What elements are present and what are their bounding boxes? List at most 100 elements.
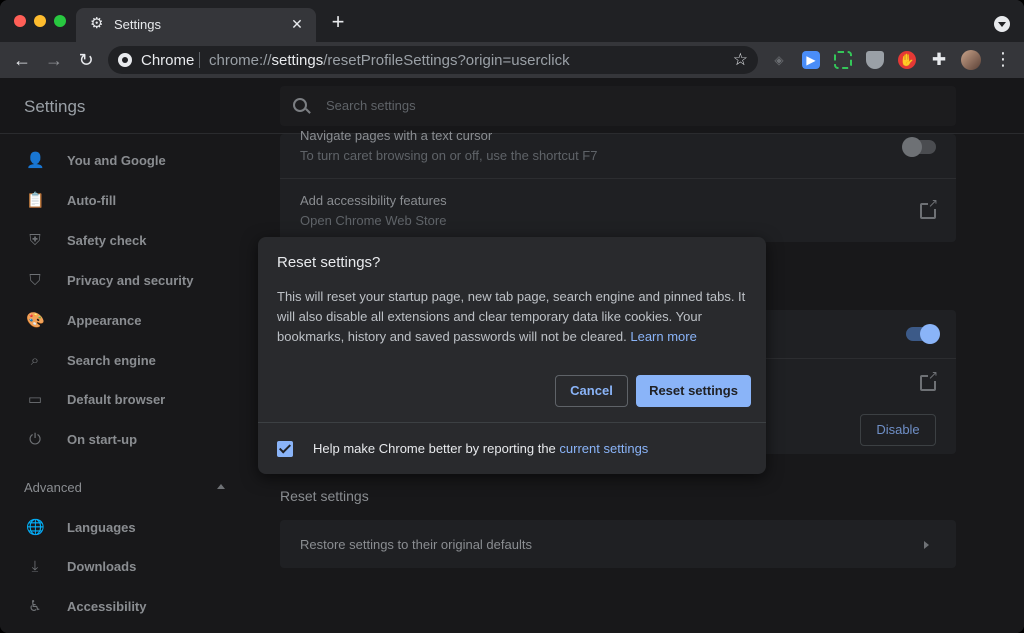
disable-button[interactable]: Disable bbox=[860, 414, 936, 446]
tab-settings[interactable]: ⚙ Settings ✕ bbox=[76, 8, 316, 42]
external-link-icon[interactable] bbox=[920, 369, 938, 391]
learn-more-link[interactable]: Learn more bbox=[630, 329, 696, 344]
chrome-logo-icon bbox=[118, 53, 132, 67]
extension-shield-icon[interactable] bbox=[866, 51, 884, 69]
reset-settings-dialog: Reset settings? This will reset your sta… bbox=[258, 237, 766, 474]
sidebar-item-label: Languages bbox=[67, 520, 136, 535]
omnibox-divider bbox=[199, 52, 200, 68]
page-title: Settings bbox=[24, 97, 86, 116]
add-a11y-title: Add accessibility features bbox=[300, 193, 447, 208]
sidebar-item-label: Safety check bbox=[67, 233, 147, 248]
extension-zoom-icon[interactable]: ▶ bbox=[802, 51, 820, 69]
settings-header: Settings Search settings bbox=[0, 78, 1024, 134]
bookmark-star-icon[interactable]: ☆ bbox=[733, 50, 748, 70]
more-menu-icon[interactable]: ⋮ bbox=[994, 49, 1012, 69]
toggle-knob bbox=[920, 324, 940, 344]
sidebar-item-label: Appearance bbox=[67, 313, 142, 328]
clipboard-icon: 📋 bbox=[26, 192, 45, 209]
search-icon bbox=[293, 98, 307, 112]
palette-icon: 🎨 bbox=[26, 312, 45, 329]
sidebar-item-autofill[interactable]: 📋 Auto-fill bbox=[0, 181, 260, 221]
back-arrow-icon[interactable]: ← bbox=[12, 50, 32, 70]
download-icon: ⤓ bbox=[31, 558, 39, 575]
extension-cast-icon[interactable]: ◈ bbox=[770, 51, 788, 69]
extension-hand-icon[interactable]: ✋ bbox=[898, 51, 916, 69]
window-close-button[interactable] bbox=[14, 15, 26, 27]
reset-settings-button[interactable]: Reset settings bbox=[636, 375, 751, 407]
extensions-puzzle-icon[interactable]: ✚ bbox=[930, 51, 948, 69]
dialog-body: This will reset your startup page, new t… bbox=[277, 287, 747, 347]
power-icon: ⏻ bbox=[29, 431, 41, 448]
browser-icon: ▭ bbox=[27, 391, 43, 408]
tab-search-icon[interactable] bbox=[994, 16, 1010, 32]
sidebar-item-label: Accessibility bbox=[67, 599, 147, 614]
sidebar-item-safety-check[interactable]: ⛨ Safety check bbox=[0, 221, 260, 261]
sidebar-item-privacy[interactable]: ⛉ Privacy and security bbox=[0, 261, 260, 301]
profile-avatar[interactable] bbox=[961, 50, 981, 70]
forward-arrow-icon[interactable]: → bbox=[44, 50, 64, 70]
sidebar-item-downloads[interactable]: ⤓ Downloads bbox=[0, 547, 260, 587]
shield-icon: ⛉ bbox=[29, 272, 41, 289]
window-minimize-button[interactable] bbox=[34, 15, 46, 27]
dialog-title: Reset settings? bbox=[277, 254, 381, 271]
browser-window: ⚙ Settings ✕ + ← → ↻ Chrome chrome://set… bbox=[0, 0, 1024, 633]
shield-check-icon: ⛨ bbox=[29, 232, 41, 249]
url-text[interactable]: chrome://settings/resetProfileSettings?o… bbox=[209, 52, 570, 69]
reset-section-title: Reset settings bbox=[280, 488, 369, 504]
caret-browsing-title: Navigate pages with a text cursor bbox=[300, 128, 493, 143]
external-link-icon[interactable] bbox=[920, 197, 938, 219]
sidebar-item-label: Downloads bbox=[67, 559, 137, 574]
address-bar[interactable]: Chrome chrome://settings/resetProfileSet… bbox=[108, 46, 758, 74]
accessibility-icon: ♿ bbox=[28, 598, 42, 615]
sidebar-item-label: Privacy and security bbox=[67, 273, 194, 288]
sidebar-item-label: On start-up bbox=[67, 432, 138, 447]
sidebar-item-search-engine[interactable]: ⌕ Search engine bbox=[0, 341, 260, 381]
sidebar-item-languages[interactable]: 🌐 Languages bbox=[0, 508, 260, 548]
url-host: settings bbox=[271, 52, 324, 69]
sidebar-item-label: You and Google bbox=[67, 153, 166, 168]
window-maximize-button[interactable] bbox=[54, 15, 66, 27]
search-input[interactable]: Search settings bbox=[280, 86, 956, 126]
omnibox-chrome-label: Chrome bbox=[141, 52, 195, 69]
toggle-knob bbox=[902, 137, 922, 157]
tab-title: Settings bbox=[114, 17, 161, 32]
globe-icon: 🌐 bbox=[26, 519, 45, 536]
advanced-section-toggle[interactable]: Advanced bbox=[24, 480, 82, 495]
report-settings-label: Help make Chrome better by reporting the… bbox=[313, 441, 648, 456]
search-placeholder: Search settings bbox=[326, 98, 416, 113]
reset-card[interactable]: Restore settings to their original defau… bbox=[280, 520, 956, 568]
chevron-up-icon[interactable] bbox=[217, 484, 225, 489]
title-bar: ⚙ Settings ✕ + bbox=[0, 0, 1024, 42]
current-settings-link[interactable]: current settings bbox=[559, 441, 648, 456]
url-path: /resetProfileSettings?origin=userclick bbox=[323, 52, 570, 69]
new-tab-button[interactable]: + bbox=[328, 11, 348, 33]
row-divider bbox=[280, 178, 956, 179]
hardware-accel-toggle[interactable] bbox=[906, 324, 940, 344]
cancel-button[interactable]: Cancel bbox=[555, 375, 628, 407]
sidebar-item-label: Default browser bbox=[67, 392, 166, 407]
sidebar-item-on-startup[interactable]: ⏻ On start-up bbox=[0, 420, 260, 460]
toolbar: ← → ↻ Chrome chrome://settings/resetProf… bbox=[0, 42, 1024, 78]
extension-screenshot-icon[interactable] bbox=[834, 51, 852, 69]
sidebar-item-default-browser[interactable]: ▭ Default browser bbox=[0, 380, 260, 420]
caret-browsing-subtitle: To turn caret browsing on or off, use th… bbox=[300, 148, 598, 163]
chevron-right-icon bbox=[924, 541, 929, 549]
tab-close-icon[interactable]: ✕ bbox=[288, 15, 306, 33]
accessibility-card: Navigate pages with a text cursor To tur… bbox=[280, 128, 956, 242]
sidebar-item-label: Auto-fill bbox=[67, 193, 117, 208]
gear-icon: ⚙ bbox=[90, 15, 104, 32]
add-a11y-subtitle: Open Chrome Web Store bbox=[300, 213, 447, 228]
caret-browsing-toggle[interactable] bbox=[902, 137, 936, 157]
search-icon: ⌕ bbox=[30, 352, 40, 369]
sidebar-item-label: Search engine bbox=[67, 353, 156, 368]
report-settings-checkbox[interactable] bbox=[277, 441, 293, 457]
reload-icon[interactable]: ↻ bbox=[76, 50, 96, 70]
restore-defaults-label: Restore settings to their original defau… bbox=[300, 537, 532, 552]
dialog-divider bbox=[258, 422, 766, 423]
person-icon: 👤 bbox=[26, 152, 45, 169]
sidebar-item-you-and-google[interactable]: 👤 You and Google bbox=[0, 141, 260, 181]
url-prefix: chrome:// bbox=[209, 52, 272, 69]
sidebar-item-appearance[interactable]: 🎨 Appearance bbox=[0, 301, 260, 341]
sidebar-item-accessibility[interactable]: ♿ Accessibility bbox=[0, 587, 260, 627]
sidebar: 👤 You and Google 📋 Auto-fill ⛨ Safety ch… bbox=[0, 134, 260, 633]
